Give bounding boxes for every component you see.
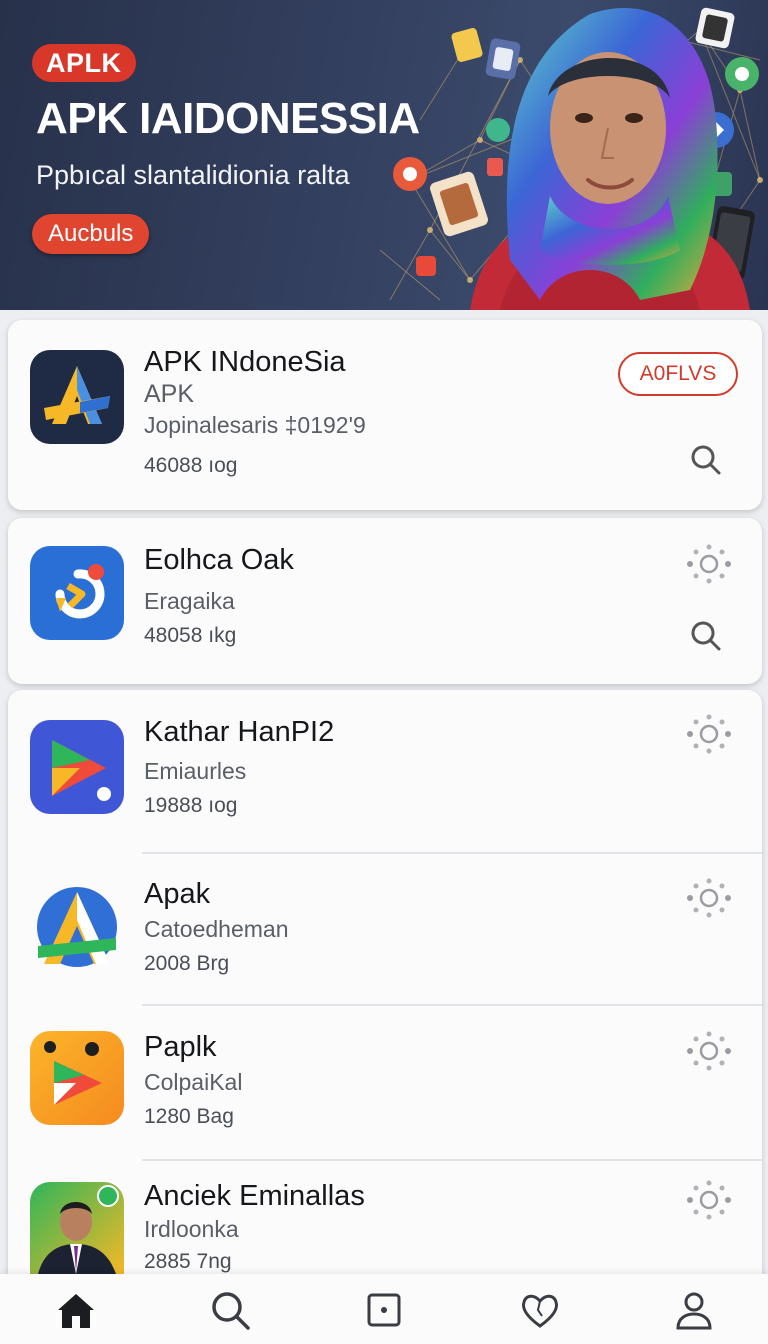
search-icon[interactable] bbox=[686, 616, 726, 656]
loading-spinner-icon[interactable] bbox=[684, 878, 734, 918]
app-size: 46088 ıog bbox=[144, 454, 238, 477]
hero-cta-button[interactable]: Aucbuls bbox=[32, 214, 150, 254]
app-list-card: Kathar HanPI2 Emiaurles 19888 ıog Apak C… bbox=[8, 690, 762, 1290]
app-name: Eolhca Oak bbox=[144, 544, 294, 576]
profile-icon[interactable] bbox=[670, 1286, 718, 1334]
app-size: 1280 Bag bbox=[144, 1105, 234, 1128]
tile-icon-5 bbox=[393, 157, 427, 191]
list-item[interactable]: Paplk ColpaiKal 1280 Bag bbox=[8, 1007, 762, 1162]
app-size: 2885 7ng bbox=[144, 1250, 232, 1273]
tile-icon-7 bbox=[416, 256, 436, 276]
loading-spinner-icon[interactable] bbox=[684, 1031, 734, 1071]
search-icon[interactable] bbox=[206, 1286, 254, 1334]
app-size: 19888 ıog bbox=[144, 794, 238, 817]
hero-title: APK IAIDONESSIA bbox=[36, 94, 420, 143]
portrait-app-icon bbox=[30, 1182, 124, 1274]
app-card[interactable]: Eolhca Oak Eragaika 48058 ıkg bbox=[8, 518, 762, 684]
featured-app-card[interactable]: APK INdoneSia APK Jopinalesaris ‡0192'9 … bbox=[8, 320, 762, 510]
app-size: 48058 ıkg bbox=[144, 624, 237, 647]
app-category: ColpaiKal bbox=[144, 1069, 243, 1095]
app-category: Eragaika bbox=[144, 588, 235, 614]
list-item[interactable]: Apak Catoedheman 2008 Brg bbox=[8, 854, 762, 1007]
divider bbox=[142, 1159, 762, 1161]
hero-badge: APLK bbox=[32, 44, 136, 82]
app-size: 2008 Brg bbox=[144, 952, 230, 975]
list-item[interactable]: Anciek Eminallas Irdloonka 2885 7ng bbox=[8, 1162, 762, 1274]
a-logo-app-icon bbox=[30, 880, 124, 974]
home-icon[interactable] bbox=[52, 1286, 100, 1334]
divider bbox=[142, 1004, 762, 1006]
refresh-app-icon bbox=[30, 546, 124, 640]
install-button[interactable]: A0FLVS bbox=[618, 352, 738, 396]
list-item[interactable]: Kathar HanPI2 Emiaurles 19888 ıog bbox=[8, 690, 762, 854]
apk-indonesia-logo-icon bbox=[30, 350, 124, 444]
hero-banner: APLK APK IAIDONESSIA Ppbıcal slantalidio… bbox=[0, 0, 768, 310]
app-category: Emiaurles bbox=[144, 758, 247, 784]
app-category: Catoedheman bbox=[144, 916, 289, 942]
apps-icon[interactable] bbox=[360, 1286, 408, 1334]
loading-spinner-icon[interactable] bbox=[684, 1180, 734, 1220]
play-arrow-app-icon bbox=[30, 720, 124, 814]
bottom-navigation bbox=[0, 1274, 768, 1344]
hero-portrait-image bbox=[470, 7, 750, 310]
app-name: Kathar HanPI2 bbox=[144, 716, 335, 748]
search-icon[interactable] bbox=[686, 440, 726, 480]
app-meta: Jopinalesaris ‡0192'9 bbox=[144, 412, 366, 438]
app-category: APK bbox=[144, 380, 195, 408]
orange-play-app-icon bbox=[30, 1031, 124, 1125]
app-name: Anciek Eminallas bbox=[144, 1180, 365, 1212]
app-category: Irdloonka bbox=[144, 1216, 239, 1242]
app-name: APK INdoneSia bbox=[144, 346, 346, 378]
loading-spinner-icon[interactable] bbox=[684, 714, 734, 754]
favorites-icon[interactable] bbox=[516, 1286, 564, 1334]
hero-subtitle: Ppbıcal slantalidionia ralta bbox=[36, 160, 350, 190]
app-name: Apak bbox=[144, 878, 211, 910]
loading-spinner-icon[interactable] bbox=[684, 544, 734, 584]
app-name: Paplk bbox=[144, 1031, 217, 1063]
